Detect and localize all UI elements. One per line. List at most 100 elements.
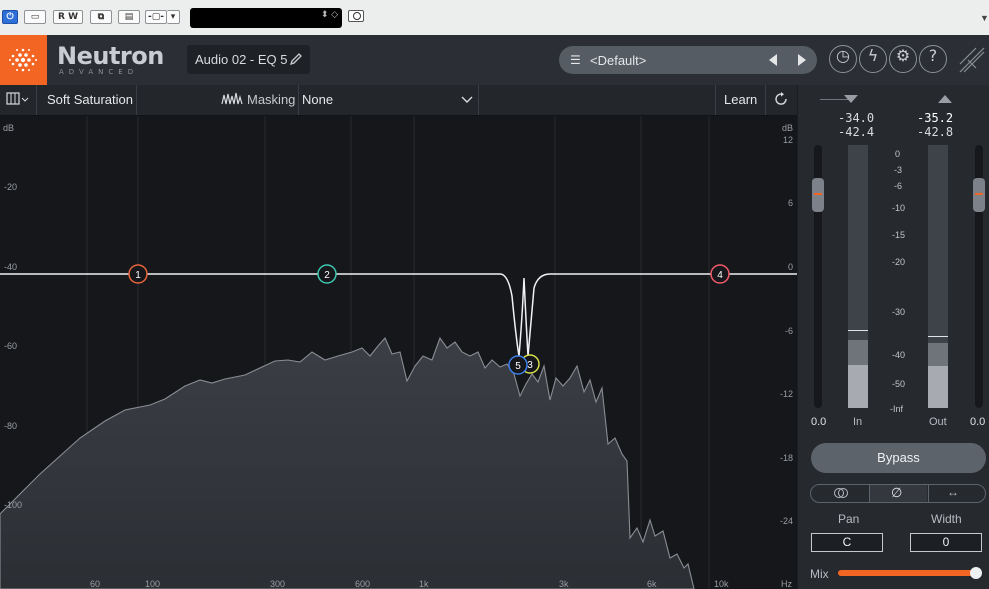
input-peak-hold [848, 330, 868, 331]
mix-slider-knob[interactable] [970, 567, 982, 579]
eq-node-1[interactable]: 1 [128, 264, 148, 284]
compare-icon[interactable]: ▭ [24, 10, 46, 24]
input-gain-value[interactable]: 0.0 [811, 416, 826, 428]
input-collapse-icon[interactable] [843, 94, 859, 104]
host-toolbar: ⏻ ▭ R W ⧉ ▤ -▢- ▾ ⬍ ◇ ▼ [0, 0, 989, 36]
ab-icon[interactable]: ⧉ [90, 10, 112, 24]
eq-node-5[interactable]: 5 [508, 355, 528, 375]
output-gain-value[interactable]: 0.0 [970, 416, 985, 428]
right-axis-tick: -24 [780, 516, 793, 526]
izotope-brand-icon [959, 47, 985, 73]
previous-preset-icon[interactable] [767, 53, 779, 67]
preset-name[interactable]: <Default> [590, 53, 646, 68]
right-axis-tick: 12 [783, 135, 793, 145]
read-write-icon[interactable]: R W [53, 10, 83, 24]
output-collapse-icon[interactable] [937, 94, 953, 104]
freq-tick: 60 [90, 579, 100, 589]
camera-icon[interactable] [348, 10, 364, 22]
spectrum-analyzer [0, 336, 695, 589]
meter-scale-label: -30 [892, 307, 906, 317]
logo-icon [9, 48, 37, 72]
izotope-logo [0, 35, 47, 85]
stereo-link-icon[interactable] [833, 487, 849, 499]
refresh-icon[interactable] [773, 91, 789, 107]
input-rms-value: -42.4 [838, 125, 875, 139]
freq-tick: 100 [145, 579, 160, 589]
meter-scale-label: -40 [892, 350, 906, 360]
freq-tick: 300 [270, 579, 285, 589]
mix-slider-fill [838, 570, 980, 576]
eq-node-label: 4 [717, 270, 723, 281]
freq-tick: 600 [355, 579, 370, 589]
eq-node-label: 1 [135, 270, 141, 281]
left-axis-tick: -80 [4, 421, 17, 431]
right-axis-tick: -18 [780, 453, 793, 463]
history-icon[interactable]: ◷ [829, 45, 857, 73]
freq-tick: 3k [559, 579, 569, 589]
module-list-icon[interactable] [6, 92, 30, 106]
meter-scale-label: -15 [892, 230, 906, 240]
copy-icon[interactable]: ▤ [118, 10, 140, 24]
learn-button[interactable]: Learn [724, 92, 757, 107]
write-label: W [68, 12, 78, 22]
freq-tick: 6k [647, 579, 657, 589]
right-axis-tick: 0 [788, 262, 793, 272]
pencil-icon[interactable] [289, 52, 303, 66]
masking-waveform-icon[interactable] [221, 92, 243, 106]
right-axis-tick: 6 [788, 198, 793, 208]
left-axis-unit: dB [3, 123, 14, 133]
input-peak-value: -34.0 [838, 111, 875, 125]
width-label: Width [931, 512, 962, 526]
host-preset-field[interactable]: ⬍ ◇ [190, 8, 342, 28]
preset-list-icon[interactable]: ☰ [570, 53, 581, 67]
left-axis-tick: -60 [4, 341, 17, 351]
swap-channels-icon[interactable]: ↔ [947, 485, 959, 499]
meter-scale-label: 0 [895, 149, 901, 159]
input-meter-rms [848, 365, 868, 408]
settings-gear-icon[interactable]: ⚙ [889, 45, 917, 73]
chevron-down-icon[interactable] [461, 96, 473, 104]
power-icon[interactable]: ⏻ [2, 10, 18, 24]
meter-scale-label: -6 [894, 181, 903, 191]
eq-graph[interactable]: 1 2 3 5 4 dB -20 -40 -60 -80 -100 dB 12 … [0, 116, 797, 589]
app-name: Neutron [57, 42, 164, 70]
phase-invert-icon: ∅ [891, 485, 903, 500]
bypass-button[interactable]: Bypass [811, 443, 986, 473]
app-edition: ADVANCED [59, 68, 139, 76]
output-rms-value: -42.8 [917, 125, 954, 139]
eq-node-label: 2 [324, 270, 330, 281]
freq-tick: 10k [714, 579, 729, 589]
eq-node-2[interactable]: 2 [317, 264, 337, 284]
meter-scale-label: -Inf [890, 404, 904, 414]
width-field[interactable]: 0 [910, 533, 982, 552]
help-icon[interactable]: ? [919, 45, 947, 73]
module-name[interactable]: Soft Saturation [47, 92, 133, 107]
read-label: R [57, 12, 65, 22]
right-axis-tick: -12 [780, 389, 793, 399]
left-axis-tick: -100 [4, 500, 22, 510]
masking-label: Masking [247, 92, 296, 107]
output-meter-rms [928, 366, 948, 408]
pan-label: Pan [838, 512, 860, 526]
routing-icon[interactable]: -▢- [145, 10, 167, 24]
mix-label: Mix [810, 567, 829, 581]
meter-scale-label: -10 [892, 203, 906, 213]
eq-node-4[interactable]: 4 [710, 264, 730, 284]
right-axis-unit: dB [782, 123, 793, 133]
freq-unit: Hz [781, 579, 792, 589]
masking-select[interactable]: None [302, 92, 333, 107]
mix-slider-track[interactable] [838, 570, 980, 576]
pan-field[interactable]: C [811, 533, 883, 552]
menu-arrow-icon[interactable]: ▼ [980, 13, 989, 23]
eq-curve [0, 273, 797, 357]
output-fader-knob[interactable] [973, 178, 985, 212]
meter-scale-label: -3 [894, 165, 903, 175]
input-fader-knob[interactable] [812, 178, 824, 212]
output-peak-value: -35.2 [917, 111, 954, 125]
next-preset-icon[interactable] [796, 53, 808, 67]
lightning-icon[interactable]: ϟ [859, 45, 887, 73]
meter-scale-label: -50 [892, 379, 906, 389]
dropdown-icon[interactable]: ▾ [167, 10, 180, 24]
stepper-icon[interactable]: ⬍ ◇ [321, 10, 338, 19]
output-label: Out [929, 416, 947, 428]
